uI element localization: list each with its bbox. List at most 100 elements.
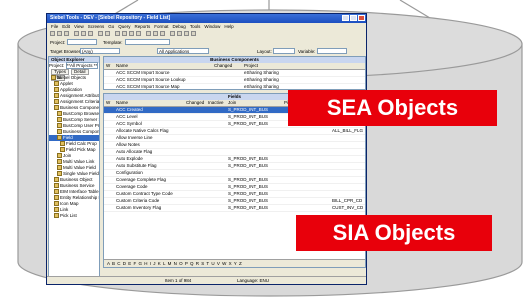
menu-item-reports[interactable]: Reports xyxy=(135,23,151,30)
menu-item-view[interactable]: View xyxy=(74,23,84,30)
row-name: Coverage Complete Flag xyxy=(116,177,167,182)
table-row[interactable]: Custom Inventory Flag S_PROD_INT_BUS CUST_… xyxy=(104,205,365,212)
menu-item-tools[interactable]: Tools xyxy=(190,23,201,30)
layout-label: Layout: xyxy=(257,49,272,54)
minimize-button[interactable] xyxy=(342,15,349,21)
table-row[interactable]: Auto Explode S_PROD_INT_BUS xyxy=(104,156,365,163)
new-icon[interactable] xyxy=(50,31,55,36)
table-row[interactable]: Auto Substitute Flag S_PROD_INT_BUS xyxy=(104,163,365,170)
menu-item-window[interactable]: Window xyxy=(204,23,220,30)
tree-item-label: Pick List xyxy=(60,213,77,218)
menu-item-edit[interactable]: Edit xyxy=(62,23,70,30)
menu-item-format[interactable]: Format xyxy=(154,23,168,30)
tree-item-label: Application xyxy=(60,87,83,92)
table-row[interactable]: Configuration xyxy=(104,170,365,177)
lower-column-header[interactable]: Changed xyxy=(186,100,204,106)
row-name: Configuration xyxy=(116,170,143,175)
tree-item-label: EIM Interface Table xyxy=(60,189,99,194)
copy-icon[interactable] xyxy=(81,31,86,36)
paste-icon[interactable] xyxy=(88,31,93,36)
table-row[interactable]: Auto Allocate Flag xyxy=(104,149,365,156)
debug-icon[interactable] xyxy=(177,31,182,36)
template-dropdown[interactable] xyxy=(125,39,170,45)
compile-icon[interactable] xyxy=(170,31,175,36)
table-row[interactable]: Allow Inverse Line xyxy=(104,135,365,142)
table-row[interactable]: Custom Criteria Code S_PROD_INT_BUS BILL_C… xyxy=(104,198,365,205)
maximize-button[interactable] xyxy=(350,15,357,21)
save-icon[interactable] xyxy=(64,31,69,36)
lower-column-header[interactable]: Join xyxy=(228,100,236,106)
redo-icon[interactable] xyxy=(105,31,110,36)
open-icon[interactable] xyxy=(57,31,62,36)
upper-column-headers: W Name Changed Project xyxy=(104,63,365,70)
menu-item-help[interactable]: Help xyxy=(224,23,233,30)
row-column: ALL_BILL_FLG xyxy=(332,128,364,133)
table-row[interactable]: Coverage Code S_PROD_INT_BUS xyxy=(104,184,365,191)
execute-query-icon[interactable] xyxy=(153,31,158,36)
lower-column-header[interactable]: W xyxy=(106,100,110,106)
tree-item-label: BusComp Server Script xyxy=(63,117,99,122)
sort-icon[interactable] xyxy=(160,31,165,36)
alphabet-filter-bar[interactable]: A B C D E F G H I J K L M N O P Q R S T … xyxy=(104,259,365,267)
row-name: Custom Criteria Code xyxy=(116,198,160,203)
window-title: Siebel Tools - DEV - [Siebel Repository … xyxy=(50,15,171,21)
menu-item-screens[interactable]: Screens xyxy=(88,23,105,30)
upper-column-header[interactable]: Project xyxy=(244,63,258,69)
layout-dropdown[interactable] xyxy=(273,48,295,54)
upper-column-header[interactable]: Changed xyxy=(214,63,232,69)
menu-item-query[interactable]: Query xyxy=(118,23,130,30)
status-items: Item 1 of 984 xyxy=(165,278,192,283)
object-explorer: Object Explorer Project: **All Projects … xyxy=(48,56,100,277)
row-join: S_PROD_INT_BUS xyxy=(228,156,269,161)
lower-column-header[interactable]: Inactive xyxy=(208,100,224,106)
next-record-icon[interactable] xyxy=(129,31,134,36)
folder-icon xyxy=(54,87,59,93)
table-row[interactable]: Allocate Native Calcs Flag ALL_BILL_FLG xyxy=(104,128,365,135)
undo-icon[interactable] xyxy=(98,31,103,36)
tree-item[interactable]: Pick List xyxy=(49,213,99,219)
row-column: BILL_CPR_CD xyxy=(332,198,363,203)
template-label: Template: xyxy=(103,40,123,45)
application-dropdown[interactable]: All Applications xyxy=(157,48,209,54)
last-record-icon[interactable] xyxy=(136,31,141,36)
table-row[interactable]: ACC SCCM Import Source Lookup eSharing Sh… xyxy=(104,77,365,84)
table-row[interactable]: Coverage Complete Flag S_PROD_INT_BUS xyxy=(104,177,365,184)
query-icon[interactable] xyxy=(146,31,151,36)
folder-icon xyxy=(60,147,65,153)
folder-icon xyxy=(54,105,59,111)
target-browser-label: Target Browser: xyxy=(50,49,82,54)
folder-icon xyxy=(54,195,59,201)
lower-column-header[interactable]: Name xyxy=(116,100,128,106)
status-bar: Item 1 of 984 Language: ENU xyxy=(47,276,366,284)
row-name: ACC SCCM Import Source Lookup xyxy=(116,77,186,82)
menu-item-go[interactable]: Go xyxy=(108,23,114,30)
cut-icon[interactable] xyxy=(74,31,79,36)
row-name: Allow Inverse Line xyxy=(116,135,153,140)
table-row[interactable]: Allow Notes xyxy=(104,142,365,149)
project-template-bar: Project: Template: xyxy=(47,38,366,46)
check-in-icon[interactable] xyxy=(184,31,189,36)
upper-column-header[interactable]: W xyxy=(106,63,110,69)
close-button[interactable] xyxy=(358,15,365,21)
table-row[interactable]: ACC SCCM Import Source eSharing Sharing xyxy=(104,70,365,77)
folder-icon xyxy=(57,117,62,123)
table-row[interactable]: Custom Contract Type Code S_PROD_INT_BUS xyxy=(104,191,365,198)
target-browser-dropdown[interactable]: (Any) xyxy=(80,48,120,54)
explorer-project-label: Project: xyxy=(49,63,65,68)
prev-record-icon[interactable] xyxy=(122,31,127,36)
row-name: Auto Substitute Flag xyxy=(116,163,157,168)
row-join: S_PROD_INT_BUS xyxy=(228,205,269,210)
menu-item-file[interactable]: File xyxy=(51,23,58,30)
tree-item-label: Join xyxy=(63,153,72,158)
menu-item-debug[interactable]: Debug xyxy=(173,23,186,30)
row-join: S_PROD_INT_BUS xyxy=(228,191,269,196)
check-out-icon[interactable] xyxy=(191,31,196,36)
tree-item-label: Assignment Attribute xyxy=(60,93,100,98)
row-name: Coverage Code xyxy=(116,184,148,189)
variable-dropdown[interactable] xyxy=(317,48,347,54)
explorer-project-dropdown[interactable]: **All Projects ** xyxy=(65,62,99,69)
project-dropdown[interactable] xyxy=(67,39,97,45)
tree-item-label: Entity Relationship Diagram xyxy=(60,195,99,200)
upper-column-header[interactable]: Name xyxy=(116,63,128,69)
first-record-icon[interactable] xyxy=(115,31,120,36)
